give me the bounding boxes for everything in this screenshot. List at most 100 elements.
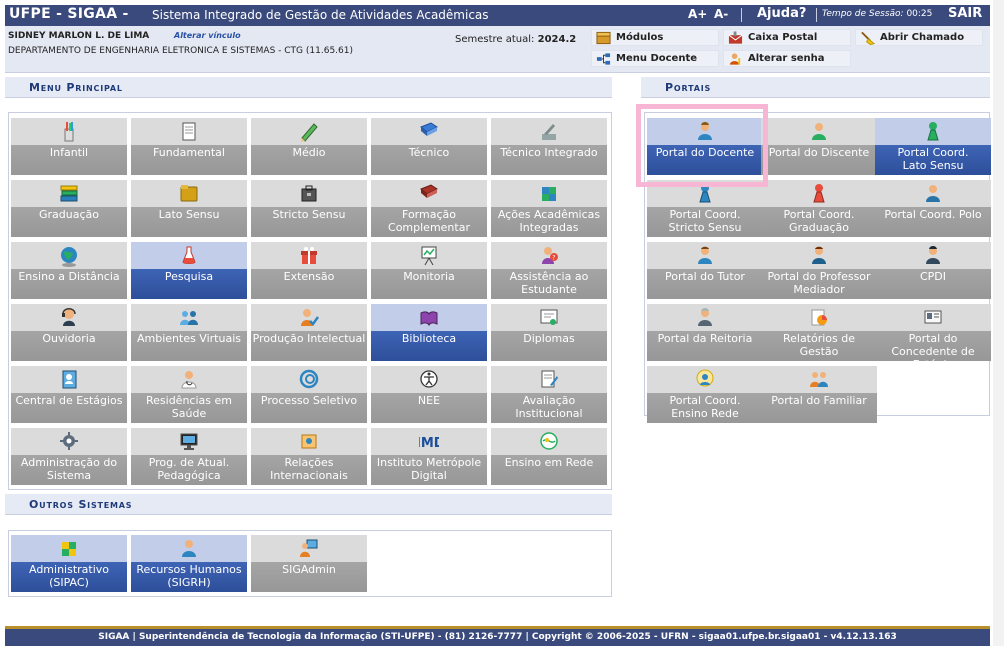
portal-tile[interactable]: Portal do Tutor	[647, 242, 763, 299]
logout-button[interactable]: SAIR	[948, 6, 982, 21]
portal-tile[interactable]: Portal do Concedente de Estágio	[875, 304, 991, 361]
font-decrease-button[interactable]: A-	[714, 7, 728, 21]
portal-tile-label: CPDI	[919, 270, 947, 283]
portal-tile[interactable]: Portal Coord. Ensino Rede	[647, 366, 763, 423]
portal-tile[interactable]: Portal da Reitoria	[647, 304, 763, 361]
change-role-link[interactable]: Alterar vínculo	[174, 31, 241, 40]
modules-button[interactable]: Módulos	[591, 29, 719, 46]
main-menu-tile[interactable]: NEE	[371, 366, 487, 423]
main-menu-tile[interactable]: Diplomas	[491, 304, 607, 361]
tile-icon-area	[875, 304, 991, 331]
main-menu-tile[interactable]: ? Assistência ao Estudante	[491, 242, 607, 299]
globe-icon	[59, 245, 79, 267]
main-menu-tile[interactable]: Monitoria	[371, 242, 487, 299]
portal-tile-label: Portal do Professor Mediador	[767, 270, 871, 296]
person-check-icon	[299, 307, 320, 329]
main-menu-tile[interactable]: Ambientes Virtuais	[131, 304, 247, 361]
portal-tile[interactable]: Portal do Discente	[761, 118, 877, 175]
main-menu-tile-label: Ensino em Rede	[504, 456, 594, 469]
main-menu-tile[interactable]: Prog. de Atual. Pedagógica	[131, 428, 247, 485]
family-icon	[809, 369, 829, 391]
teacher-menu-label: Menu Docente	[616, 53, 698, 64]
portal-tile[interactable]: Portal Coord. Graduação	[761, 180, 877, 237]
session-timer: Tempo de Sessão: 00:25	[822, 9, 932, 19]
red-pawn-icon	[809, 183, 829, 205]
portal-tile[interactable]: Portal Coord. Lato Sensu	[875, 118, 991, 175]
main-menu-tile-label: Técnico Integrado	[500, 146, 598, 159]
main-menu-tile-label: Ambientes Virtuais	[136, 332, 241, 345]
other-system-tile[interactable]: SIGAdmin	[251, 535, 367, 592]
main-menu-tile[interactable]: Administração do Sistema	[11, 428, 127, 485]
books-stack-icon	[59, 183, 79, 205]
portal-tile[interactable]: Portal Coord. Polo	[875, 180, 991, 237]
presentation-board-icon	[419, 245, 439, 267]
tools-icon	[539, 121, 559, 143]
main-menu-tile[interactable]: Residências em Saúde	[131, 366, 247, 423]
portal-tile[interactable]: Portal do Professor Mediador	[761, 242, 877, 299]
main-menu-tile-label: Pesquisa	[164, 270, 214, 283]
student-help-icon: ?	[539, 245, 559, 267]
main-menu-tile[interactable]: Extensão	[251, 242, 367, 299]
tile-icon-area	[251, 118, 367, 145]
imd-logo-icon: IMD	[416, 431, 445, 453]
main-menu-tile[interactable]: Stricto Sensu	[251, 180, 367, 237]
mediator-icon	[809, 245, 829, 267]
accessibility-icon	[419, 369, 439, 391]
portal-tile[interactable]: CPDI	[875, 242, 991, 299]
open-ticket-button[interactable]: Abrir Chamado	[855, 29, 983, 46]
main-menu-tile[interactable]: Avaliação Institucional	[491, 366, 607, 423]
other-system-tile-label: Administrativo (SIPAC)	[28, 563, 110, 589]
portal-tile[interactable]: Portal Coord. Stricto Sensu	[647, 180, 763, 237]
main-menu-tile[interactable]: Processo Seletivo	[251, 366, 367, 423]
main-menu-tile[interactable]: Lato Sensu	[131, 180, 247, 237]
main-menu-tile[interactable]: Produção Intelectual	[251, 304, 367, 361]
main-menu-tile[interactable]: Ensino em Rede	[491, 428, 607, 485]
main-menu-tile[interactable]: Relações Internacionais	[251, 428, 367, 485]
main-menu-tile[interactable]: Formação Complementar	[371, 180, 487, 237]
tile-icon-area	[761, 242, 877, 269]
main-menu-tile[interactable]: Ações Acadêmicas Integradas	[491, 180, 607, 237]
blue-book-icon	[419, 121, 439, 143]
main-menu-tile-label: Ações Acadêmicas Integradas	[497, 208, 601, 234]
main-menu-tile-label: Monitoria	[403, 270, 455, 283]
headset-icon	[59, 307, 79, 329]
portal-tile[interactable]: Relatórios de Gestão	[761, 304, 877, 361]
other-system-tile-label: Recursos Humanos (SIGRH)	[136, 563, 242, 589]
certificate-icon	[539, 307, 559, 329]
tile-icon-area	[371, 180, 487, 207]
change-password-button[interactable]: Alterar senha	[723, 50, 851, 67]
green-pawn-icon	[923, 121, 943, 143]
help-link[interactable]: Ajuda?	[757, 6, 806, 21]
main-menu-tile[interactable]: Graduação	[11, 180, 127, 237]
tile-icon-area: IMD	[371, 428, 487, 455]
main-menu-tile[interactable]: Médio	[251, 118, 367, 175]
evaluation-document-icon	[539, 369, 559, 391]
portal-tile[interactable]: Portal do Docente	[647, 118, 763, 175]
other-system-tile[interactable]: Recursos Humanos (SIGRH)	[131, 535, 247, 592]
main-menu-tile[interactable]: IMD Instituto Metrópole Digital	[371, 428, 487, 485]
main-menu-tile[interactable]: Biblioteca	[371, 304, 487, 361]
page-scrollbar[interactable]	[993, 0, 1004, 646]
main-menu-tile[interactable]: Técnico Integrado	[491, 118, 607, 175]
main-menu-tile-label: Extensão	[283, 270, 335, 283]
tile-icon-area	[761, 118, 877, 145]
tile-icon-area	[647, 304, 763, 331]
main-menu-tile[interactable]: Fundamental	[131, 118, 247, 175]
teacher-menu-button[interactable]: Menu Docente	[591, 50, 719, 67]
mailbox-button[interactable]: Caixa Postal	[723, 29, 851, 46]
font-increase-button[interactable]: A+	[688, 7, 707, 21]
main-menu-tile[interactable]: Pesquisa	[131, 242, 247, 299]
main-menu-tile[interactable]: Técnico	[371, 118, 487, 175]
main-menu-tile[interactable]: Central de Estágios	[11, 366, 127, 423]
portal-tile[interactable]: Portal do Familiar	[761, 366, 877, 423]
main-menu-tile-label: Lato Sensu	[158, 208, 220, 221]
main-menu-tile[interactable]: Infantil	[11, 118, 127, 175]
main-menu-tile[interactable]: Ouvidoria	[11, 304, 127, 361]
other-system-tile[interactable]: Administrativo (SIPAC)	[11, 535, 127, 592]
network-coordinator-icon	[695, 369, 715, 391]
tile-icon-area	[131, 118, 247, 145]
main-menu-tile[interactable]: Ensino a Distância	[11, 242, 127, 299]
main-menu-tile-label: Assistência ao Estudante	[509, 270, 589, 296]
tile-icon-area	[875, 242, 991, 269]
notebook-icon	[179, 121, 199, 143]
